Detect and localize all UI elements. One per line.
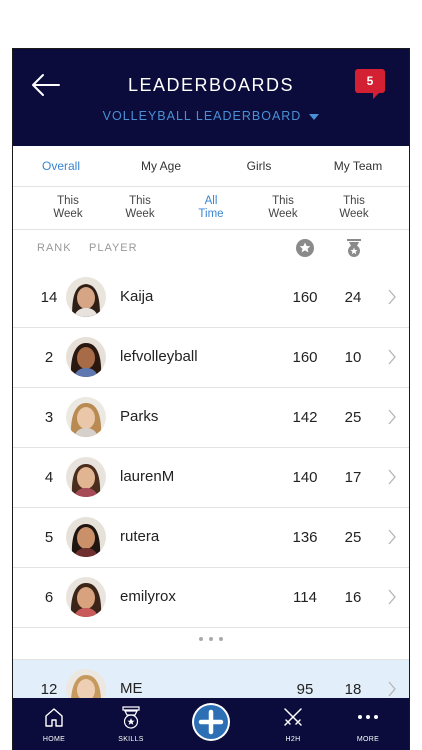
tab-more-label: MORE — [356, 736, 380, 743]
leaderboard-row[interactable]: 2 lefvolleyball 160 10 — [13, 328, 409, 388]
tab-my-team[interactable]: My Team — [305, 146, 409, 186]
points-value: 142 — [292, 409, 318, 426]
player-name: rutera — [120, 528, 160, 545]
period-tab-2-line1: This — [129, 195, 151, 207]
avatar — [66, 517, 106, 557]
filter-tabs: Overall My Age Girls My Team — [13, 146, 409, 187]
notification-badge[interactable]: 5 — [355, 69, 385, 99]
star-circle-icon[interactable] — [296, 239, 314, 257]
tab-skills-label: SKILLS — [118, 736, 144, 743]
tab-more[interactable]: MORE — [338, 698, 398, 750]
row-rank: 4 — [44, 469, 54, 486]
avatar — [66, 577, 106, 617]
period-tab-2-line2: Week — [125, 208, 155, 220]
player-name: Parks — [120, 408, 159, 425]
more-dots-icon — [358, 715, 378, 719]
row-rank: 5 — [44, 529, 54, 546]
period-tab-1[interactable]: This Week — [43, 195, 93, 221]
period-tab-5[interactable]: This Week — [329, 195, 379, 221]
tab-skills[interactable]: SKILLS — [101, 698, 161, 750]
row-rank: 12 — [40, 681, 58, 698]
player-name: laurenM — [120, 468, 175, 485]
row-rank: 2 — [44, 349, 54, 366]
leaderboard-row[interactable]: 6 emilyrox 114 16 — [13, 568, 409, 628]
badges-value: 25 — [344, 529, 362, 546]
tab-h2h-label: H2H — [285, 736, 301, 743]
rank-column-label: RANK — [37, 242, 72, 254]
avatar — [66, 457, 106, 497]
period-tab-1-line1: This — [57, 195, 79, 207]
period-tab-4[interactable]: This Week — [258, 195, 308, 221]
period-tab-3-line1: All — [204, 195, 218, 207]
chevron-right-icon — [388, 529, 396, 545]
plus-icon — [194, 705, 228, 739]
tab-overall[interactable]: Overall — [13, 146, 109, 186]
badges-value: 25 — [344, 409, 362, 426]
badges-value: 18 — [344, 681, 362, 698]
chevron-right-icon — [388, 409, 396, 425]
period-tab-3-line2: Time — [198, 208, 224, 220]
more-rows-ellipsis[interactable] — [13, 623, 409, 660]
avatar — [66, 337, 106, 377]
period-tab-5-line2: Week — [339, 208, 369, 220]
tab-home-label: HOME — [42, 736, 66, 743]
player-name: ME — [120, 680, 143, 697]
points-value: 140 — [292, 469, 318, 486]
leaderboard-row[interactable]: 3 Parks 142 25 — [13, 388, 409, 448]
period-tab-2[interactable]: This Week — [115, 195, 165, 221]
bottom-tab-bar: HOME SKILLS H2H MORE — [13, 698, 409, 750]
chevron-right-icon — [388, 469, 396, 485]
player-name: emilyrox — [120, 588, 176, 605]
tab-h2h[interactable]: H2H — [263, 698, 323, 750]
tab-my-age[interactable]: My Age — [109, 146, 213, 186]
points-value: 160 — [292, 289, 318, 306]
period-tab-4-line2: Week — [268, 208, 298, 220]
leaderboard-selector-label: VOLLEYBALL LEADERBOARD — [102, 109, 302, 123]
leaderboard-row[interactable]: 4 laurenM 140 17 — [13, 448, 409, 508]
home-icon — [45, 708, 63, 727]
player-name: Kaija — [120, 288, 154, 305]
leaderboard-selector[interactable]: VOLLEYBALL LEADERBOARD — [13, 109, 409, 123]
ellipsis-icon — [199, 637, 223, 641]
page-title: LEADERBOARDS — [127, 75, 295, 95]
leaderboard-row[interactable]: 5 rutera 136 25 — [13, 508, 409, 568]
avatar — [66, 277, 106, 317]
leaderboard-row[interactable]: 14 Kaija 160 24 — [13, 268, 409, 328]
chevron-right-icon — [388, 349, 396, 365]
tab-girls[interactable]: Girls — [213, 146, 305, 186]
player-name: lefvolleyball — [120, 348, 198, 365]
period-tabs: This Week This Week All Time This Week This W… — [13, 187, 409, 230]
medal-icon[interactable] — [345, 238, 363, 258]
app-screen: LEADERBOARDS VOLLEYBALL LEADERBOARD 5 Ov… — [12, 48, 410, 750]
add-button[interactable] — [192, 703, 230, 741]
row-rank: 3 — [44, 409, 54, 426]
period-tab-5-line1: This — [343, 195, 365, 207]
tab-home[interactable]: HOME — [24, 698, 84, 750]
row-rank: 14 — [40, 289, 58, 306]
crossed-swords-icon — [284, 708, 302, 726]
points-value: 160 — [292, 349, 318, 366]
period-tab-4-line1: This — [272, 195, 294, 207]
column-header: RANK PLAYER — [13, 230, 409, 269]
chevron-right-icon — [388, 681, 396, 697]
points-value: 95 — [296, 681, 314, 698]
chevron-right-icon — [388, 589, 396, 605]
avatar — [66, 397, 106, 437]
row-rank: 6 — [44, 589, 54, 606]
badges-value: 16 — [344, 589, 362, 606]
period-tab-all-time[interactable]: All Time — [186, 195, 236, 221]
chevron-right-icon — [388, 289, 396, 305]
points-value: 136 — [292, 529, 318, 546]
badges-value: 17 — [344, 469, 362, 486]
badges-value: 24 — [344, 289, 362, 306]
badges-value: 10 — [344, 349, 362, 366]
skills-badge-icon — [122, 706, 140, 729]
period-tab-1-line2: Week — [53, 208, 83, 220]
caret-down-icon — [309, 113, 320, 120]
header: LEADERBOARDS VOLLEYBALL LEADERBOARD 5 — [13, 49, 409, 146]
player-column-label: PLAYER — [89, 242, 138, 254]
points-value: 114 — [293, 589, 317, 606]
